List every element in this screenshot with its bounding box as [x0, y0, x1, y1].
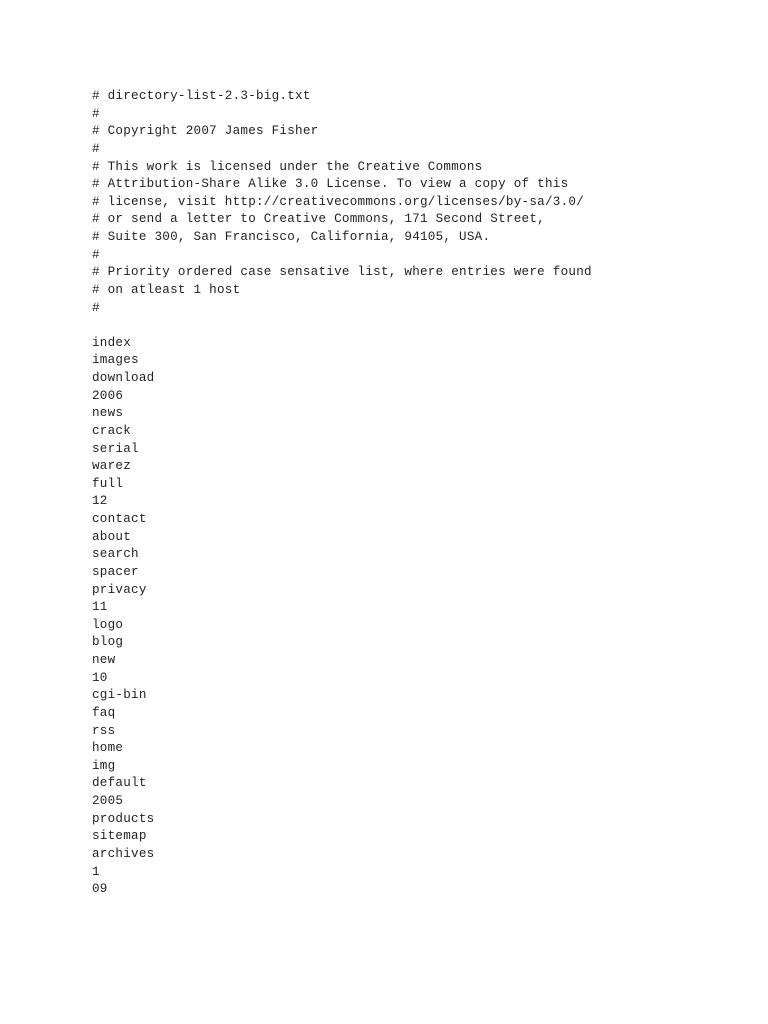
entry-line: rss: [92, 723, 116, 738]
entry-line: logo: [92, 617, 124, 632]
comment-line: # Attribution-Share Alike 3.0 License. T…: [92, 177, 569, 192]
entry-line: new: [92, 653, 116, 667]
entry-line: privacy: [92, 582, 147, 597]
entry-line: default: [92, 776, 147, 791]
entry-line: search: [92, 547, 139, 562]
blank-separator-line: [92, 317, 664, 335]
entry-line: serial: [92, 441, 139, 456]
comment-line: # license, visit http://creativecommons.…: [92, 194, 584, 209]
entry-line: products: [92, 811, 155, 826]
entry-line: images: [92, 353, 139, 368]
entry-line: sitemap: [92, 829, 147, 844]
entry-list: index images download 2006 news crack serial wa…: [92, 335, 664, 899]
comment-line: # This work is licensed under the Creati…: [92, 159, 483, 174]
entry-line: blog: [92, 635, 124, 650]
entry-line: 2005: [92, 794, 124, 808]
entry-line: spacer: [92, 564, 139, 579]
comment-line: #: [92, 106, 100, 121]
entry-line: 2006: [92, 388, 124, 403]
entry-line: faq: [92, 705, 116, 720]
entry-line: cgi-bin: [92, 688, 147, 703]
comment-line: # Copyright 2007 James Fisher: [92, 124, 319, 139]
entry-line: 11: [92, 600, 108, 615]
entry-line: crack: [92, 423, 132, 438]
comment-line: # Suite 300, San Francisco, California, …: [92, 230, 491, 244]
entry-line: index: [92, 335, 132, 350]
license-header-block: # directory-list-2.3-big.txt # # Copyrig…: [92, 88, 664, 317]
entry-line: full: [92, 476, 124, 491]
entry-line: contact: [92, 512, 147, 526]
document-page: # directory-list-2.3-big.txt # # Copyrig…: [0, 0, 768, 1024]
entry-line: news: [92, 406, 124, 421]
comment-line: # directory-list-2.3-big.txt: [92, 89, 311, 103]
comment-line: # on atleast 1 host: [92, 282, 241, 297]
entry-line: 10: [92, 670, 108, 685]
comment-line: #: [92, 247, 100, 262]
entry-line: 12: [92, 494, 108, 509]
comment-line: # or send a letter to Creative Commons, …: [92, 212, 545, 227]
entry-line: img: [92, 758, 116, 773]
entry-line: archives: [92, 846, 155, 861]
comment-line: #: [92, 300, 100, 315]
entry-line: about: [92, 529, 132, 544]
entry-line: home: [92, 741, 124, 756]
entry-line: 1: [92, 864, 100, 879]
entry-line: 09: [92, 882, 108, 897]
entry-line: download: [92, 371, 155, 385]
text-content-column: # directory-list-2.3-big.txt # # Copyrig…: [92, 88, 664, 899]
comment-line: #: [92, 141, 100, 156]
comment-line: # Priority ordered case sensative list, …: [92, 265, 592, 280]
entry-line: warez: [92, 459, 132, 474]
